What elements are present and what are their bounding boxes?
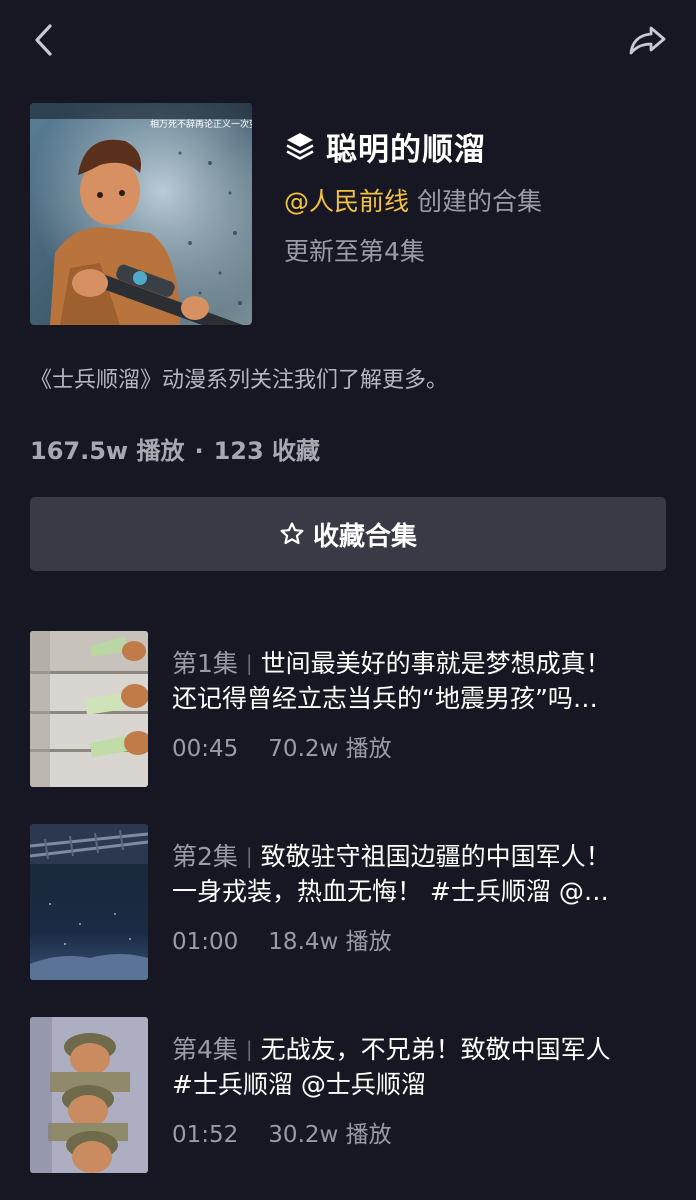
cover-caption: 相万死不辞再论正义一次变代 [150, 118, 252, 130]
episode-meta: 01:00 18.4w 播放 [172, 922, 392, 956]
episode-number: 第4集 [172, 1035, 238, 1064]
episode-title-line2: 一身戎装，热血无悔！ #士兵顺溜 @… [172, 877, 609, 906]
episode-item[interactable]: 第4集 | 无战友，不兄弟！致敬中国军人 #士兵顺溜 @士兵顺溜 01:52 30.2… [30, 1017, 666, 1173]
play-count: 167.5w 播放 [30, 437, 185, 465]
collect-collection-button[interactable]: 收藏合集 [30, 497, 666, 571]
episode-meta: 01:52 30.2w 播放 [172, 1115, 392, 1149]
creator-suffix: 创建的合集 [417, 187, 543, 216]
episode-separator: | [245, 651, 253, 675]
update-status: 更新至第4集 [284, 237, 425, 266]
episode-meta: 00:45 70.2w 播放 [172, 729, 392, 763]
stats-separator: · [194, 437, 204, 465]
star-outline-icon [280, 522, 304, 545]
episode-plays: 70.2w 播放 [268, 736, 392, 762]
episode-number: 第2集 [172, 842, 238, 871]
share-button[interactable] [626, 20, 670, 60]
episode-thumbnail [30, 1017, 148, 1173]
collect-button-label: 收藏合集 [312, 521, 417, 552]
episode-title: 第1集 | 世间最美好的事就是梦想成真！ 还记得曾经立志当兵的“地震男孩”吗… [172, 647, 666, 716]
favorite-count: 123 收藏 [213, 437, 321, 465]
collection-title: 聪明的顺溜 [326, 131, 486, 168]
back-button[interactable] [26, 20, 66, 60]
episode-item[interactable]: 第2集 | 致敬驻守祖国边疆的中国军人！ 一身戎装，热血无悔！ #士兵顺溜 @… 0… [30, 824, 666, 980]
episode-number: 第1集 [172, 649, 238, 678]
episode-title-line1: 致敬驻守祖国边疆的中国军人！ [260, 842, 611, 871]
episode-title: 第4集 | 无战友，不兄弟！致敬中国军人 #士兵顺溜 @士兵顺溜 [172, 1033, 666, 1102]
episode-title-line1: 无战友，不兄弟！致敬中国军人 [260, 1035, 611, 1064]
episode-title-line1: 世间最美好的事就是梦想成真！ [260, 649, 611, 678]
episode-separator: | [245, 844, 253, 868]
episode-title: 第2集 | 致敬驻守祖国边疆的中国军人！ 一身戎装，热血无悔！ #士兵顺溜 @… [172, 840, 666, 909]
collection-description: 《士兵顺溜》动漫系列关注我们了解更多。 [30, 368, 449, 393]
episode-separator: | [245, 1037, 253, 1061]
episode-item[interactable]: 第1集 | 世间最美好的事就是梦想成真！ 还记得曾经立志当兵的“地震男孩”吗… 00… [30, 631, 666, 787]
creator-row: @人民前线 创建的合集 [284, 182, 542, 218]
episode-duration: 00:45 [172, 736, 239, 762]
episode-thumbnail [30, 824, 148, 980]
episode-plays: 18.4w 播放 [268, 929, 392, 955]
top-bar [0, 0, 696, 84]
collection-title-row: 聪明的顺溜 [284, 124, 486, 168]
layers-icon [286, 133, 314, 160]
episode-thumbnail [30, 631, 148, 787]
share-arrow-icon [629, 26, 666, 55]
episode-plays: 30.2w 播放 [268, 1122, 392, 1148]
episode-duration: 01:00 [172, 929, 239, 955]
collection-stats: 167.5w 播放 · 123 收藏 [30, 431, 320, 466]
episode-title-line2: #士兵顺溜 @士兵顺溜 [172, 1070, 426, 1099]
episode-duration: 01:52 [172, 1122, 239, 1148]
chevron-left-icon [35, 24, 52, 56]
episode-title-line2: 还记得曾经立志当兵的“地震男孩”吗… [172, 684, 598, 713]
creator-link[interactable]: @人民前线 [284, 187, 409, 216]
collection-cover-image: 相万死不辞再论正义一次变代 [30, 103, 252, 325]
